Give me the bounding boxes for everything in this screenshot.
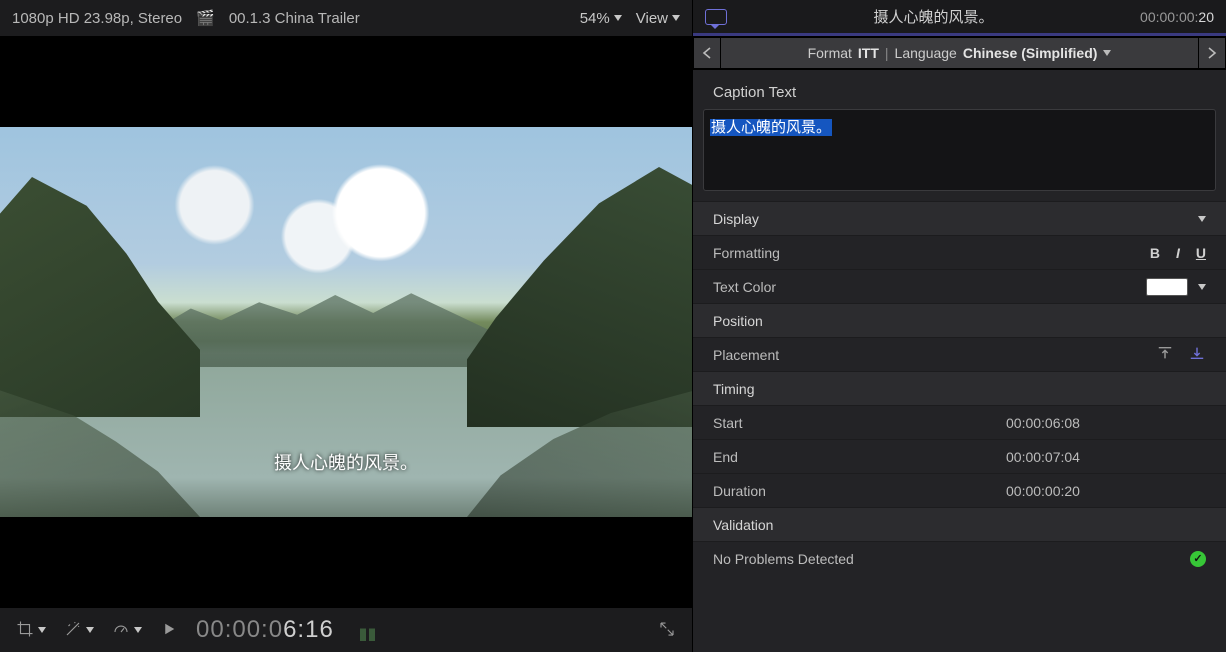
viewer-toolbar: 1080p HD 23.98p, Stereo 🎬 00.1.3 China T…: [0, 0, 692, 36]
chevron-down-icon: [1103, 50, 1111, 56]
caption-text-input[interactable]: 摄人心魄的风景。: [703, 109, 1216, 191]
placement-bottom-button[interactable]: [1188, 345, 1206, 364]
display-label: Display: [713, 211, 1198, 227]
play-button[interactable]: [160, 620, 178, 641]
format-language-dropdown[interactable]: Format ITT | Language Chinese (Simplifie…: [721, 37, 1198, 69]
duration-low: 00:00:00:: [1140, 9, 1198, 25]
chevron-down-icon: [86, 627, 94, 633]
language-label: Language: [895, 45, 957, 61]
caption-text-heading: Caption Text: [693, 70, 1226, 109]
inspector-header: 摄人心魄的风景。 00:00:00:20: [693, 0, 1226, 36]
inspector-title: 摄人心魄的风景。: [739, 6, 1128, 27]
start-value[interactable]: 00:00:06:08: [1006, 415, 1206, 431]
audio-meters: [360, 619, 375, 641]
text-color-label: Text Color: [713, 279, 1146, 295]
fullscreen-icon: [658, 620, 676, 641]
clapperboard-icon: 🎬: [196, 9, 215, 27]
play-icon: [160, 620, 178, 641]
video-spec: 1080p HD 23.98p, Stereo: [12, 10, 182, 27]
position-section-header: Position: [693, 303, 1226, 337]
text-color-row: Text Color: [693, 269, 1226, 303]
end-value[interactable]: 00:00:07:04: [1006, 449, 1206, 465]
gauge-icon: [112, 620, 130, 641]
start-row: Start 00:00:06:08: [693, 405, 1226, 439]
formatting-row: Formatting B I U: [693, 235, 1226, 269]
view-dropdown[interactable]: View: [636, 10, 680, 27]
timecode-low: 00:00:0: [196, 616, 283, 643]
viewer-canvas[interactable]: 摄人心魄的风景。: [0, 36, 692, 608]
inspector-duration: 00:00:00:20: [1140, 9, 1214, 25]
caption-text-value: 摄人心魄的风景。: [710, 119, 832, 136]
format-value: ITT: [858, 45, 879, 61]
chevron-down-icon[interactable]: [1198, 284, 1206, 290]
clip-title: 00.1.3 China Trailer: [229, 10, 360, 27]
speed-tool-dropdown[interactable]: [112, 620, 142, 641]
end-row: End 00:00:07:04: [693, 439, 1226, 473]
retime-tool-dropdown[interactable]: [64, 620, 94, 641]
format-language-bar: Format ITT | Language Chinese (Simplifie…: [693, 36, 1226, 70]
validation-message: No Problems Detected: [713, 551, 1190, 567]
placement-row: Placement: [693, 337, 1226, 371]
viewer-transport-bar: 00:00:06:16: [0, 608, 692, 652]
timing-section-header: Timing: [693, 371, 1226, 405]
chevron-right-icon: [1207, 47, 1217, 59]
video-frame: 摄人心魄的风景。: [0, 127, 692, 517]
italic-button[interactable]: I: [1176, 245, 1180, 261]
viewer-pane: 1080p HD 23.98p, Stereo 🎬 00.1.3 China T…: [0, 0, 692, 652]
playhead-timecode[interactable]: 00:00:06:16: [196, 616, 334, 644]
crop-icon: [16, 620, 34, 641]
position-label: Position: [713, 313, 1206, 329]
validation-status-row: No Problems Detected ✓: [693, 541, 1226, 575]
end-label: End: [713, 449, 1006, 465]
format-label: Format: [808, 45, 852, 61]
next-caption-button[interactable]: [1198, 37, 1226, 69]
validation-section-header: Validation: [693, 507, 1226, 541]
chevron-down-icon: [38, 627, 46, 633]
caption-overlay: 摄人心魄的风景。: [274, 449, 418, 475]
placement-label: Placement: [713, 347, 1156, 363]
validation-label: Validation: [713, 517, 1206, 533]
validation-ok-icon: ✓: [1190, 551, 1206, 567]
display-section-header[interactable]: Display: [693, 201, 1226, 235]
crop-tool-dropdown[interactable]: [16, 620, 46, 641]
language-value: Chinese (Simplified): [963, 45, 1098, 61]
fullscreen-button[interactable]: [658, 620, 676, 641]
underline-button[interactable]: U: [1196, 245, 1206, 261]
duration-row: Duration 00:00:00:20: [693, 473, 1226, 507]
view-label: View: [636, 10, 668, 27]
duration-value[interactable]: 00:00:00:20: [1006, 483, 1206, 499]
prev-caption-button[interactable]: [693, 37, 721, 69]
timing-label: Timing: [713, 381, 1206, 397]
chevron-down-icon: [672, 15, 680, 21]
duration-label: Duration: [713, 483, 1006, 499]
bold-button[interactable]: B: [1150, 245, 1160, 261]
placement-top-button[interactable]: [1156, 345, 1174, 364]
start-label: Start: [713, 415, 1006, 431]
chevron-left-icon: [702, 47, 712, 59]
chevron-down-icon: [614, 15, 622, 21]
formatting-label: Formatting: [713, 245, 1150, 261]
zoom-value: 54%: [580, 10, 610, 27]
text-color-swatch[interactable]: [1146, 278, 1188, 296]
wand-icon: [64, 620, 82, 641]
timecode-high: 6:16: [283, 616, 334, 643]
chevron-down-icon: [134, 627, 142, 633]
chevron-down-icon: [1198, 216, 1206, 222]
zoom-dropdown[interactable]: 54%: [580, 10, 622, 27]
caption-inspector-icon[interactable]: [705, 9, 727, 25]
caption-inspector: 摄人心魄的风景。 00:00:00:20 Format ITT | Langua…: [692, 0, 1226, 652]
duration-high: 20: [1198, 9, 1214, 25]
